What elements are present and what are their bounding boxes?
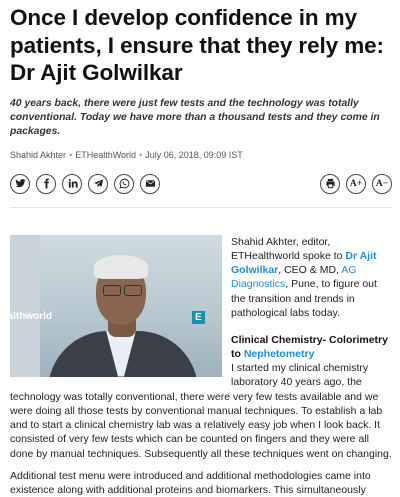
article-summary: 40 years back, there were just few tests… xyxy=(10,97,392,139)
photo-brand-right: E xyxy=(192,311,205,324)
font-increase-button[interactable]: A+ xyxy=(346,174,366,194)
reader-tools: A+ A− xyxy=(320,174,392,194)
publish-date: July 06, 2018, 09:09 IST xyxy=(145,150,243,160)
article: Once I develop confidence in my patients… xyxy=(10,0,392,235)
paragraph-1-start: I started my clinical chemistry laborato… xyxy=(231,361,392,390)
paragraph-1: technology was totally conventional, the… xyxy=(10,390,392,461)
byline: Shahid Akhter•ETHealthWorld•July 06, 201… xyxy=(10,150,392,160)
email-icon[interactable] xyxy=(140,174,160,194)
section-subheading: Clinical Chemistry- Colorimetry to Nephe… xyxy=(231,333,391,362)
author-name[interactable]: Shahid Akhter xyxy=(10,150,66,160)
print-icon[interactable] xyxy=(320,174,340,194)
linkedin-icon[interactable] xyxy=(62,174,82,194)
nephetometry-link[interactable]: Nephetometry xyxy=(244,348,315,360)
article-toolbar: A+ A− xyxy=(10,174,392,198)
publication-name[interactable]: ETHealthWorld xyxy=(75,150,136,160)
whatsapp-icon[interactable] xyxy=(114,174,134,194)
article-photo: ealthworld E xyxy=(10,235,222,377)
page-title: Once I develop confidence in my patients… xyxy=(10,0,392,87)
divider xyxy=(10,207,392,208)
paragraph-2: Additional test menu were introduced and… xyxy=(10,469,392,497)
telegram-icon[interactable] xyxy=(88,174,108,194)
facebook-icon[interactable] xyxy=(36,174,56,194)
font-decrease-button[interactable]: A− xyxy=(372,174,392,194)
intro-paragraph: Shahid Akhter, editor, ETHealthworld spo… xyxy=(231,235,391,321)
twitter-icon[interactable] xyxy=(10,174,30,194)
photo-brand-left: ealthworld xyxy=(10,311,52,322)
